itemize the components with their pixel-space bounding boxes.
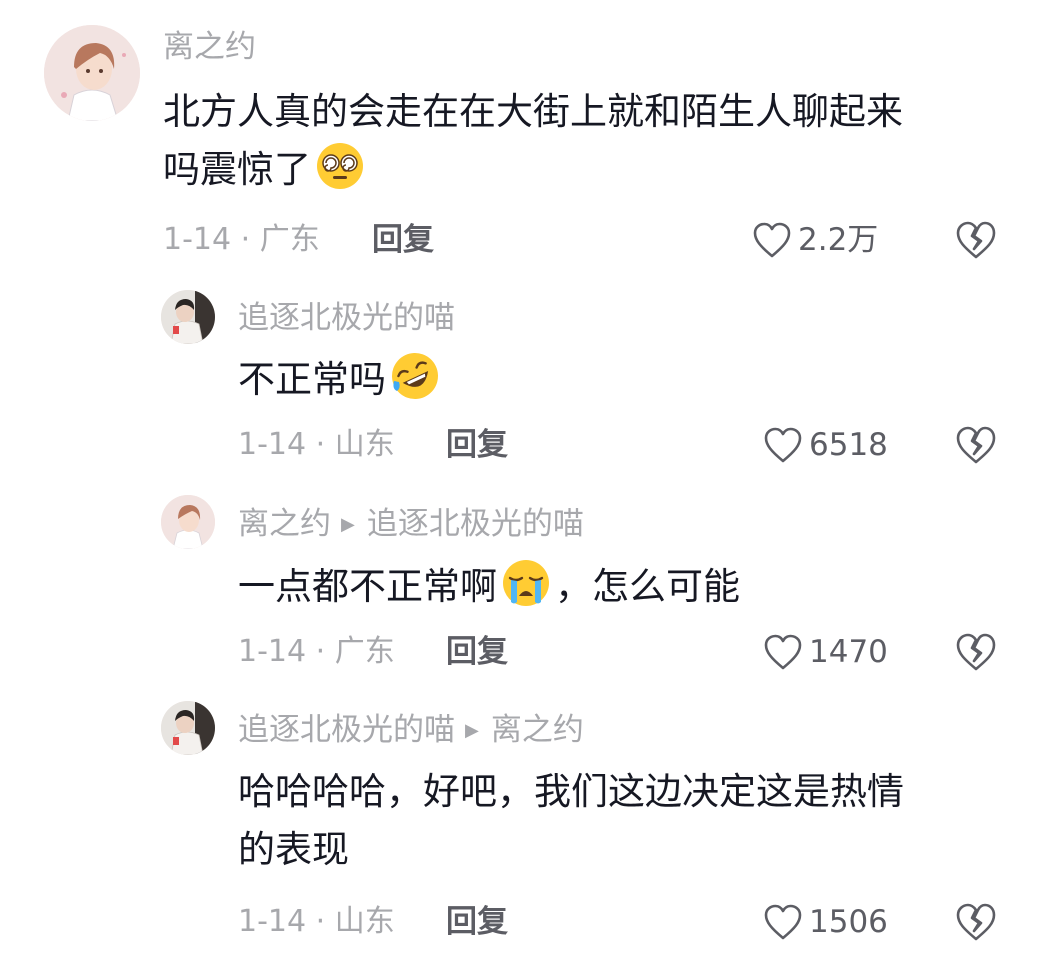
crying-emoji: [501, 558, 551, 608]
reply-author[interactable]: 追逐北极光的喵: [238, 712, 455, 748]
reply-arrow-icon: ▶: [465, 720, 479, 741]
dizzy-eyes-emoji: [315, 141, 365, 191]
rofl-emoji: [390, 351, 440, 401]
comment-text: 一点都不正常啊 ，怎么可能: [238, 558, 1043, 616]
reply-button[interactable]: 回复: [372, 220, 434, 260]
broken-heart-icon: [956, 903, 996, 941]
avatar[interactable]: [161, 290, 215, 344]
like-count: 6518: [809, 427, 888, 463]
comment-username[interactable]: 追逐北极光的喵: [238, 298, 455, 338]
comment-date-location: 1-14 · 广东: [238, 634, 395, 669]
broken-heart-icon: [956, 633, 996, 671]
comment-text-line: 哈哈哈哈，好吧，我们这边决定这是热情: [238, 770, 904, 813]
comment-date-location: 1-14 · 山东: [238, 904, 395, 939]
like-count: 2.2万: [798, 222, 879, 258]
avatar[interactable]: [161, 495, 215, 549]
reply-arrow-icon: ▶: [341, 514, 355, 535]
reply-button[interactable]: 回复: [446, 902, 508, 942]
comment-date-location: 1-14 · 山东: [238, 427, 395, 462]
reply-author[interactable]: 离之约: [238, 506, 331, 542]
comment-text-segment: 一点都不正常啊: [238, 565, 497, 608]
dislike-button[interactable]: [955, 632, 997, 672]
comment-text-line: 吗震惊了: [163, 141, 993, 199]
comment-text: 哈哈哈哈，好吧，我们这边决定这是热情 的表现: [238, 763, 1043, 879]
comment-text: 北方人真的会走在在大街上就和陌生人聊起来 吗震惊了: [163, 83, 993, 199]
reply-button[interactable]: 回复: [446, 632, 508, 672]
like-count: 1470: [809, 634, 888, 670]
like-button[interactable]: 2.2万: [752, 220, 878, 260]
broken-heart-icon: [956, 221, 996, 259]
comment-username: 追逐北极光的喵 ▶ 离之约: [238, 710, 584, 755]
dislike-button[interactable]: [955, 425, 997, 465]
like-button[interactable]: 1506: [763, 902, 888, 942]
like-button[interactable]: 6518: [763, 425, 888, 465]
comment-text-line: 北方人真的会走在在大街上就和陌生人聊起来: [163, 90, 903, 133]
comment-username[interactable]: 离之约: [163, 27, 256, 67]
comment-thread: 离之约 北方人真的会走在在大街上就和陌生人聊起来 吗震惊了 1-14 · 广东 …: [0, 0, 1043, 960]
like-button[interactable]: 1470: [763, 632, 888, 672]
heart-icon: [753, 222, 791, 258]
reply-button[interactable]: 回复: [446, 425, 508, 465]
comment-text-line: 的表现: [238, 828, 349, 871]
comment-text-segment: ，怎么可能: [555, 565, 740, 608]
reply-target[interactable]: 追逐北极光的喵: [367, 506, 584, 542]
heart-icon: [764, 427, 802, 463]
comment-date-location: 1-14 · 广东: [163, 222, 320, 257]
heart-icon: [764, 634, 802, 670]
broken-heart-icon: [956, 426, 996, 464]
like-count: 1506: [809, 904, 888, 940]
comment-text-segment: 不正常吗: [238, 358, 386, 401]
dislike-button[interactable]: [955, 902, 997, 942]
dislike-button[interactable]: [955, 220, 997, 260]
comment-text-segment: 吗震惊了: [163, 148, 311, 191]
comment-username: 离之约 ▶ 追逐北极光的喵: [238, 504, 584, 549]
heart-icon: [764, 904, 802, 940]
avatar[interactable]: [161, 701, 215, 755]
comment-text: 不正常吗: [238, 351, 1043, 409]
avatar[interactable]: [44, 25, 140, 121]
reply-target[interactable]: 离之约: [491, 712, 584, 748]
